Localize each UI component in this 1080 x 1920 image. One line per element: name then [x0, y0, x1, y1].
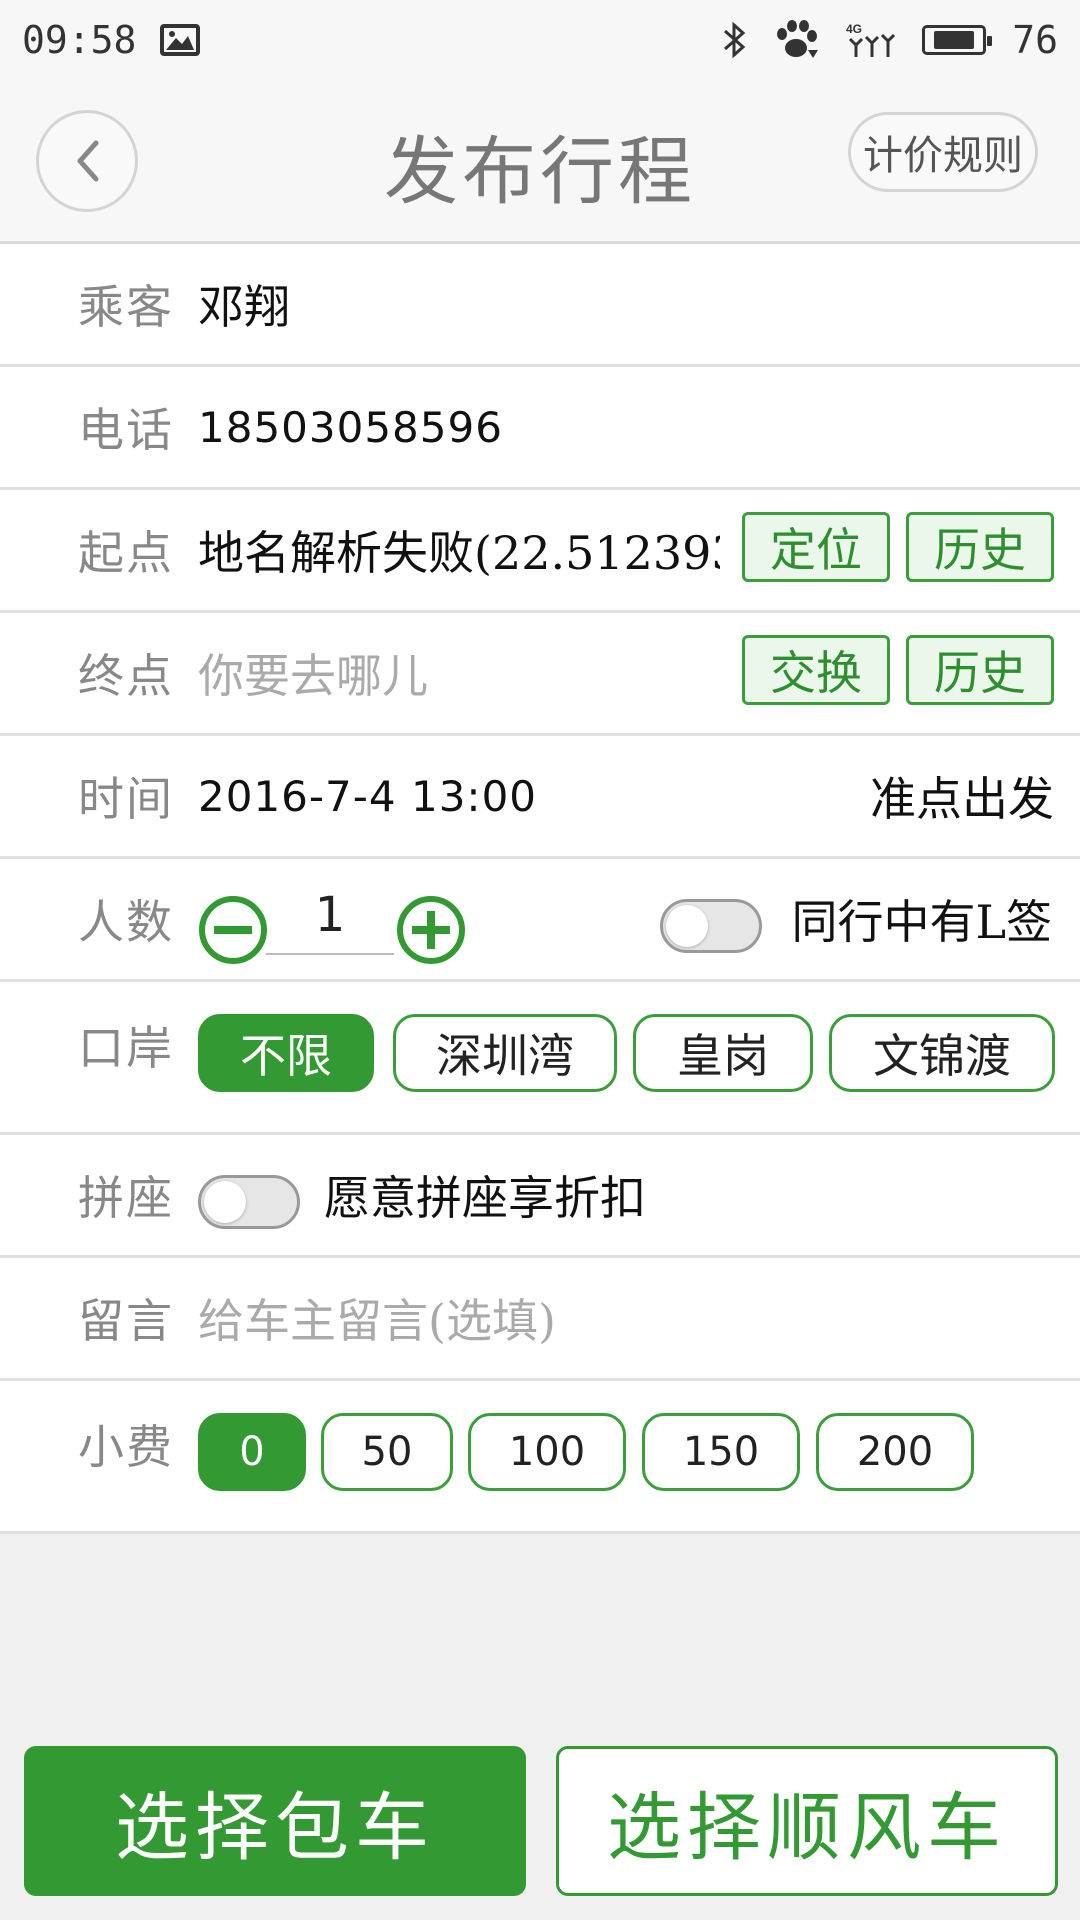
signal-4g-icon: 4G [844, 21, 896, 59]
people-label: 人数 [78, 895, 174, 949]
port-label: 口岸 [78, 1021, 174, 1075]
svg-text:4G: 4G [846, 22, 862, 36]
people-count[interactable]: 1 [266, 887, 394, 955]
port-option[interactable]: 文锦渡 [829, 1014, 1055, 1092]
plus-icon[interactable] [396, 895, 466, 965]
paw-icon [774, 20, 819, 60]
bluetooth-icon [722, 21, 748, 59]
status-bar: 09:58 4G 76 [0, 0, 1080, 80]
start-value[interactable]: 地名解析失败(22.512393 [198, 517, 720, 583]
departure-mode[interactable]: 准点出发 [870, 763, 1054, 829]
tip-option[interactable]: 0 [198, 1413, 306, 1491]
swap-button[interactable]: 交换 [742, 635, 890, 705]
time-value[interactable]: 2016-7-4 13:00 [198, 772, 537, 821]
battery-percent: 76 [1012, 18, 1058, 62]
status-time: 09:58 [22, 18, 137, 62]
message-input[interactable]: 给车主留言(选填) [198, 1285, 556, 1351]
phone-label: 电话 [78, 403, 174, 457]
time-label: 时间 [78, 772, 174, 826]
tip-label: 小费 [78, 1420, 174, 1474]
phone-row[interactable]: 电话 18503058596 [0, 367, 1080, 490]
carpool-toggle[interactable] [198, 1175, 300, 1229]
toggle-knob [204, 1181, 246, 1223]
tip-row: 小费 0 50 100 150 200 [0, 1381, 1080, 1534]
tip-option[interactable]: 200 [816, 1413, 974, 1491]
port-option[interactable]: 深圳湾 [393, 1014, 617, 1092]
destination-label: 终点 [78, 649, 174, 703]
time-row[interactable]: 时间 2016-7-4 13:00 准点出发 [0, 736, 1080, 859]
carpool-row: 拼座 愿意拼座享折扣 [0, 1135, 1080, 1258]
destination-row[interactable]: 终点 你要去哪儿 交换 历史 [0, 613, 1080, 736]
start-history-button[interactable]: 历史 [906, 512, 1054, 582]
passenger-value[interactable]: 邓翔 [198, 271, 290, 337]
toggle-knob [666, 905, 708, 947]
carpool-label: 拼座 [78, 1171, 174, 1225]
choose-charter-button[interactable]: 选择包车 [24, 1746, 526, 1896]
message-label: 留言 [78, 1294, 174, 1348]
l-visa-toggle[interactable] [660, 899, 762, 953]
port-option[interactable]: 不限 [198, 1014, 374, 1092]
tip-option[interactable]: 50 [321, 1413, 453, 1491]
port-option[interactable]: 皇岗 [633, 1014, 813, 1092]
start-label: 起点 [78, 526, 174, 580]
tip-option[interactable]: 150 [642, 1413, 800, 1491]
passenger-row[interactable]: 乘客 邓翔 [0, 244, 1080, 367]
phone-value[interactable]: 18503058596 [198, 403, 503, 452]
locate-button[interactable]: 定位 [742, 512, 890, 582]
port-row: 口岸 不限 深圳湾 皇岗 文锦渡 [0, 982, 1080, 1135]
choose-rideshare-button[interactable]: 选择顺风车 [556, 1746, 1058, 1896]
passenger-label: 乘客 [78, 280, 174, 334]
battery-icon [922, 25, 993, 55]
people-row: 人数 1 同行中有L签 [0, 859, 1080, 982]
pricing-rules-button[interactable]: 计价规则 [848, 112, 1038, 192]
carpool-toggle-label: 愿意拼座享折扣 [324, 1171, 646, 1225]
destination-history-button[interactable]: 历史 [906, 635, 1054, 705]
minus-icon[interactable] [198, 895, 268, 965]
header: 发布行程 计价规则 [0, 80, 1080, 244]
message-row[interactable]: 留言 给车主留言(选填) [0, 1258, 1080, 1381]
tip-option[interactable]: 100 [468, 1413, 626, 1491]
l-visa-label: 同行中有L签 [791, 895, 1052, 949]
destination-input[interactable]: 你要去哪儿 [198, 640, 428, 706]
image-icon [160, 24, 201, 56]
start-row[interactable]: 起点 地名解析失败(22.512393 定位 历史 [0, 490, 1080, 613]
trip-form: 乘客 邓翔 电话 18503058596 起点 地名解析失败(22.512393… [0, 244, 1080, 1534]
